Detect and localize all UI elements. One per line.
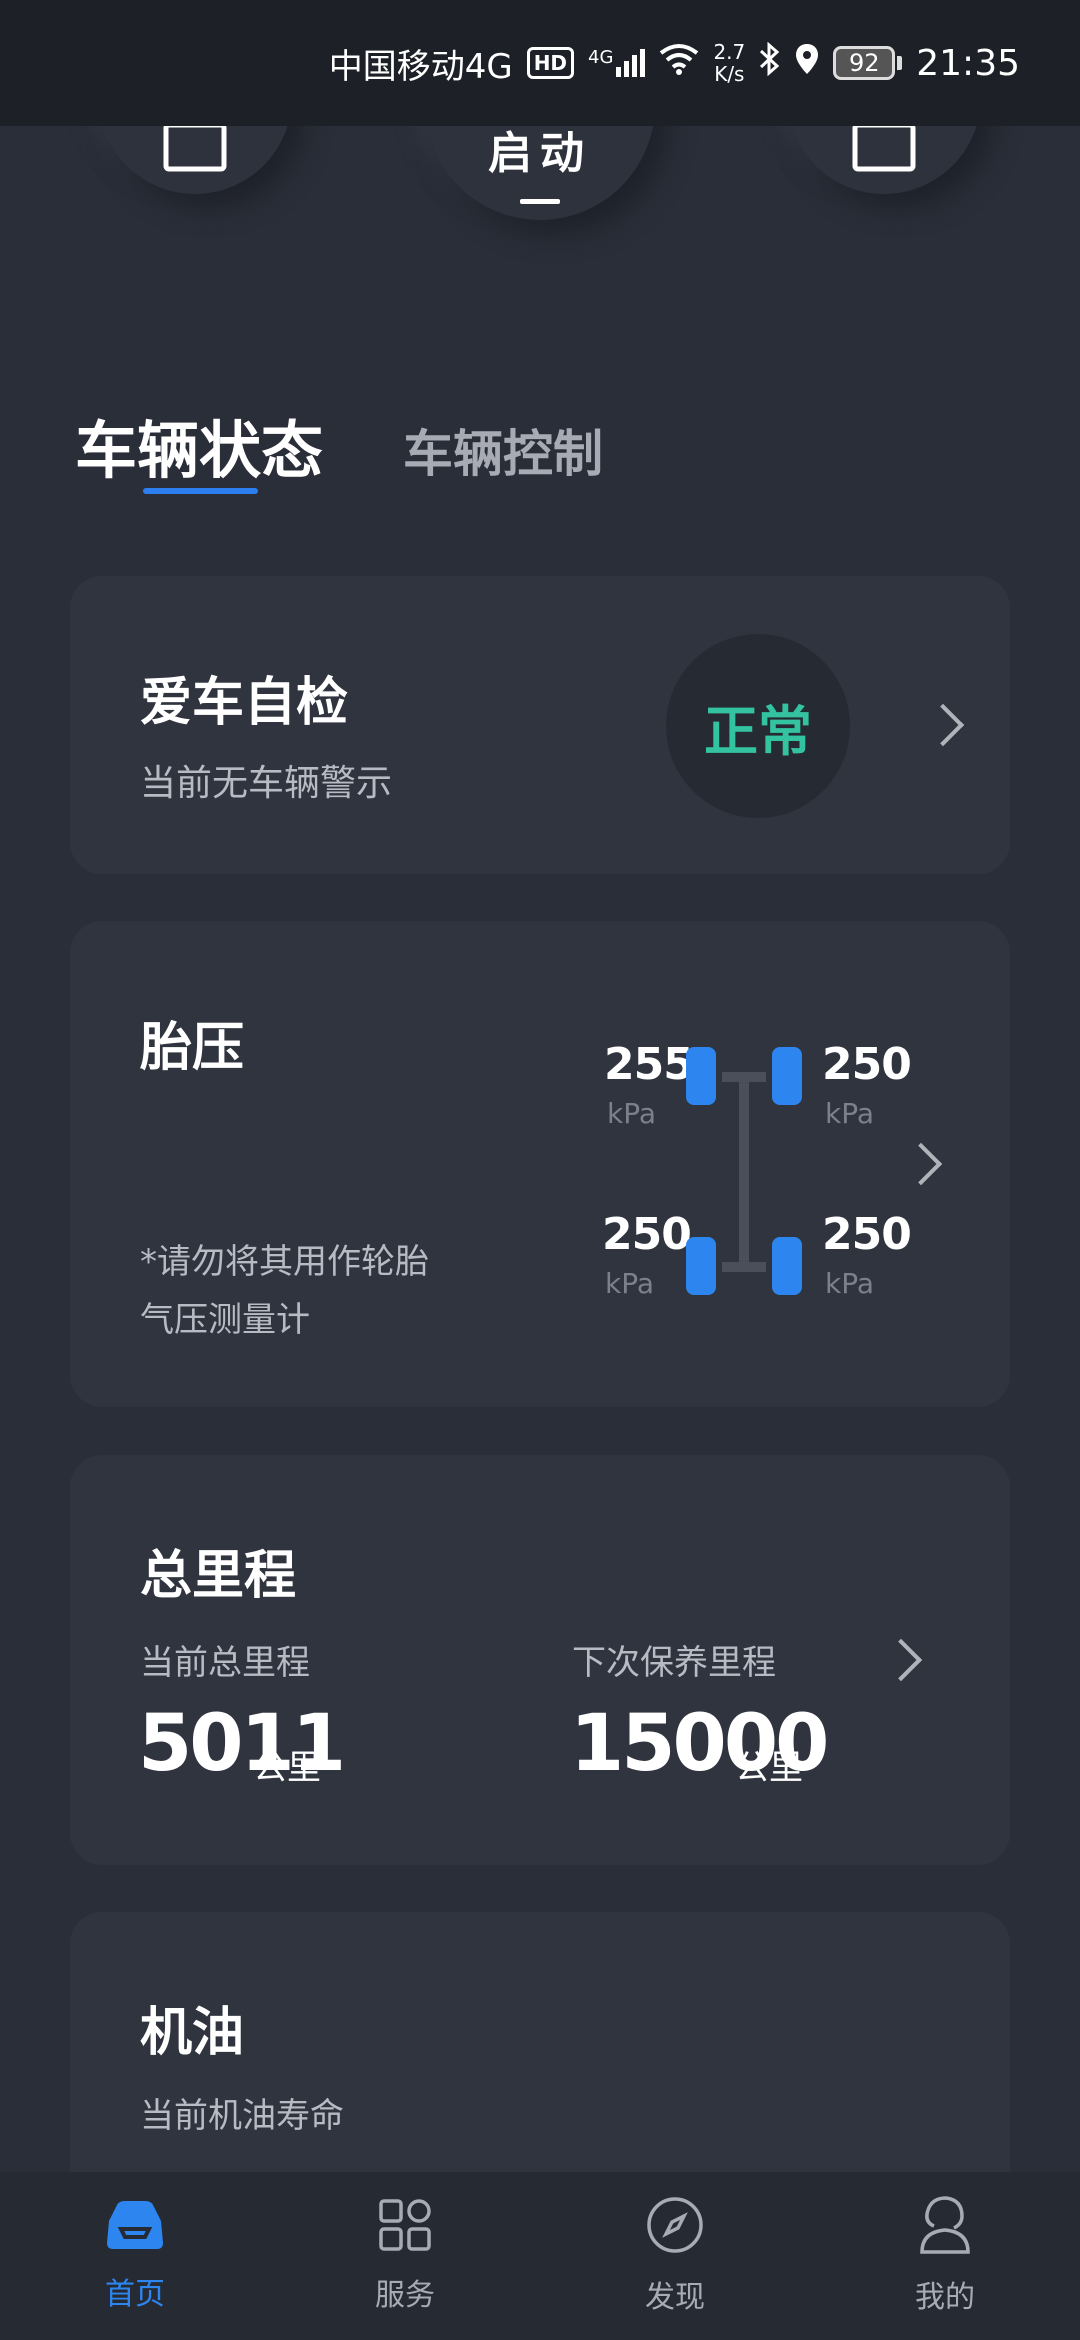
bottom-navigation: 首页 服务 发现 我的 — [0, 2172, 1080, 2340]
location-icon — [795, 43, 819, 84]
mileage-card[interactable]: 总里程 当前总里程 5011 公里 下次保养里程 15000 公里 — [70, 1455, 1010, 1865]
wifi-icon — [659, 43, 699, 84]
tire-front-left-icon — [686, 1047, 716, 1105]
nav-discover[interactable]: 发现 — [575, 2181, 775, 2331]
chevron-right-icon — [879, 1638, 923, 1682]
next-service-label: 下次保养里程 — [572, 1643, 776, 1683]
start-dash-icon — [520, 198, 560, 204]
tire-rear-right-unit: kPa — [825, 1267, 874, 1300]
tire-rear-right-icon — [772, 1237, 802, 1295]
tire-pressure-card[interactable]: 胎压 *请勿将其用作轮胎气压测量计 255 kPa 250 kPa 250 kP… — [70, 921, 1010, 1407]
nav-home[interactable]: 首页 — [35, 2181, 235, 2331]
speed-value: 2.7 — [713, 40, 746, 64]
active-tab-indicator — [143, 488, 258, 494]
next-service-unit: 公里 — [735, 1748, 803, 1788]
tire-front-right-value: 250 — [822, 1039, 912, 1090]
bluetooth-icon — [759, 41, 781, 85]
app-root: 中国移动4G HD 4G 2.7 K/s 92 21:35 启动 车辆状态 车辆… — [0, 0, 1080, 2340]
speed-unit: K/s — [714, 62, 745, 86]
car-icon — [103, 2199, 167, 2255]
chevron-right-icon — [899, 1142, 943, 1186]
tab-vehicle-control[interactable]: 车辆控制 — [403, 414, 603, 490]
current-mileage-unit: 公里 — [253, 1748, 321, 1788]
hd-badge: HD — [526, 47, 575, 79]
oil-title: 机油 — [140, 2003, 245, 2063]
self-check-subtitle: 当前无车辆警示 — [140, 763, 393, 804]
tire-front-right-icon — [772, 1047, 802, 1105]
nav-home-label: 首页 — [105, 2277, 165, 2312]
status-bar: 中国移动4G HD 4G 2.7 K/s 92 21:35 — [0, 0, 1080, 126]
tire-front-right-unit: kPa — [825, 1097, 874, 1130]
battery-level: 92 — [833, 46, 896, 80]
network-type: 4G — [588, 47, 614, 68]
tab-vehicle-status[interactable]: 车辆状态 — [75, 400, 323, 490]
tire-title: 胎压 — [140, 1018, 245, 1078]
nav-mine[interactable]: 我的 — [845, 2181, 1045, 2331]
compass-icon — [646, 2196, 704, 2258]
oil-subtitle: 当前机油寿命 — [140, 2096, 344, 2136]
drive-shaft — [739, 1077, 749, 1267]
tire-rear-left-value: 250 — [602, 1209, 692, 1260]
nav-service[interactable]: 服务 — [305, 2181, 505, 2331]
network-speed: 2.7 K/s — [713, 41, 745, 85]
start-label: 启动 — [488, 127, 592, 179]
section-tabs: 车辆状态 车辆控制 — [75, 400, 603, 490]
nav-discover-label: 发现 — [645, 2280, 705, 2315]
user-icon — [918, 2196, 972, 2258]
clock: 21:35 — [916, 42, 1020, 84]
battery-icon: 92 — [833, 46, 903, 80]
self-check-status: 正常 — [666, 634, 850, 818]
tire-rear-left-unit: kPa — [605, 1267, 654, 1300]
current-mileage-label: 当前总里程 — [140, 1643, 310, 1683]
nav-mine-label: 我的 — [915, 2280, 975, 2315]
tire-front-left-value: 255 — [604, 1039, 694, 1090]
carrier-label: 中国移动4G — [328, 46, 513, 87]
chevron-right-icon — [921, 703, 965, 747]
nav-service-label: 服务 — [375, 2278, 435, 2313]
tire-front-left-unit: kPa — [607, 1097, 656, 1130]
tire-note: *请勿将其用作轮胎气压测量计 — [140, 1242, 429, 1340]
self-check-title: 爱车自检 — [140, 673, 349, 733]
grid-icon — [378, 2198, 432, 2256]
tire-rear-left-icon — [686, 1237, 716, 1295]
self-check-card[interactable]: 爱车自检 当前无车辆警示 正常 — [70, 576, 1010, 874]
signal-icon: 4G — [588, 47, 646, 77]
tire-rear-right-value: 250 — [822, 1209, 912, 1260]
mileage-title: 总里程 — [140, 1546, 297, 1606]
